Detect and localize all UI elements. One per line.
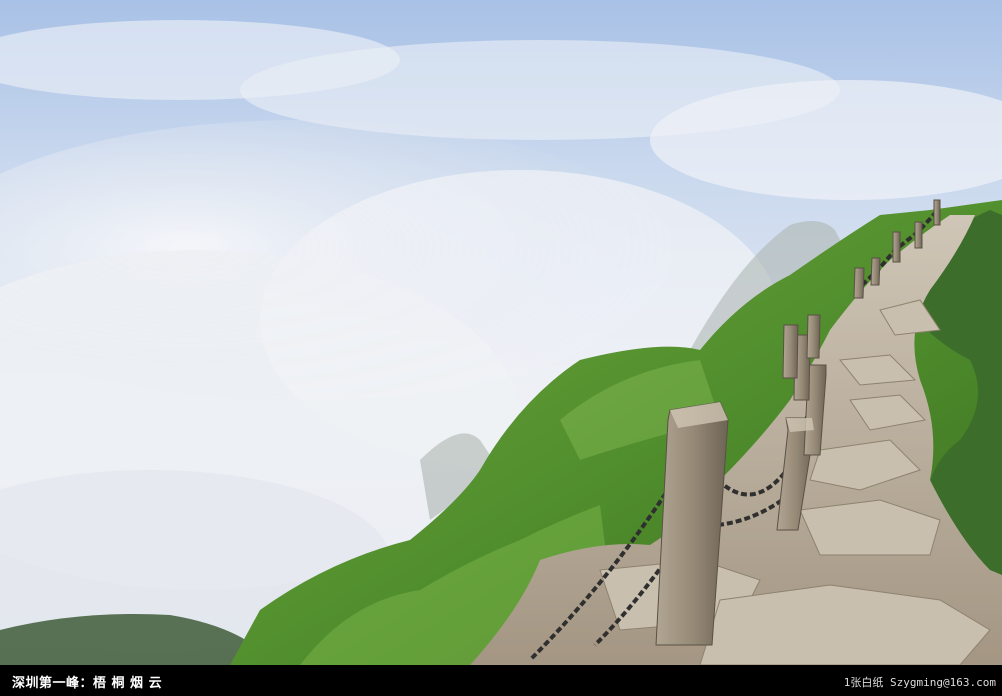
fence-post [892,231,901,263]
fence-post [853,267,865,299]
fence-post [782,324,799,379]
fence-post [933,199,941,226]
fence-post [870,257,881,286]
landscape-photo [0,0,1002,665]
photo-credit: 1张白纸 Szygming@163.com [843,676,996,689]
caption-bar: 深圳第一峰：梧 桐 烟 云 1张白纸 Szygming@163.com [0,665,1002,696]
photo-title: 深圳第一峰：梧 桐 烟 云 [12,676,163,691]
photo-scene [0,0,1002,665]
fence-post [914,221,923,249]
fence-post [806,314,821,359]
